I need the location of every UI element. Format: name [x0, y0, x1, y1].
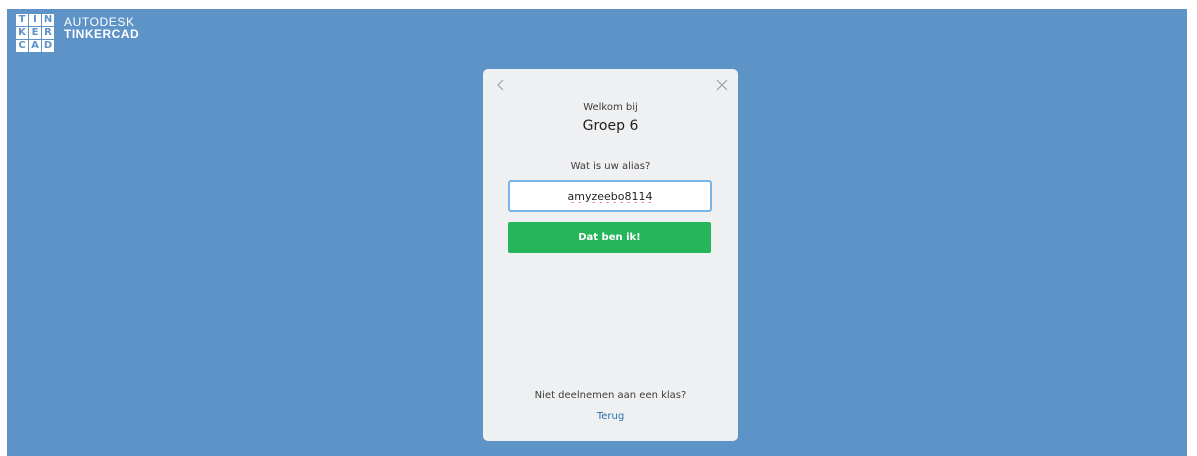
confirm-alias-button[interactable]: Dat ben ik! [508, 222, 711, 253]
logo-letter: N [42, 14, 54, 26]
logo-wordmark: AUTODESK TINKERCAD [64, 16, 139, 40]
alias-prompt: Wat is uw alias? [570, 161, 651, 172]
back-link[interactable]: Terug [483, 411, 738, 422]
join-class-dialog: Welkom bij Groep 6 Wat is uw alias? Dat … [483, 69, 738, 441]
logo-letter: E [29, 27, 41, 39]
page-background: T I N K E R C A D AUTODESK TINKERCAD Wel… [7, 9, 1187, 456]
chevron-left-icon[interactable] [493, 77, 509, 93]
logo-letter: I [29, 14, 41, 26]
close-icon[interactable] [714, 77, 730, 93]
logo-letter: D [42, 40, 54, 52]
not-joining-text: Niet deelnemen aan een klas? [534, 390, 687, 401]
logo-letter: T [16, 14, 28, 26]
logo-letter-grid: T I N K E R C A D [16, 14, 54, 52]
alias-input[interactable] [508, 180, 712, 212]
welcome-label: Welkom bij [583, 102, 638, 113]
logo-letter: R [42, 27, 54, 39]
class-name-title: Groep 6 [582, 118, 639, 134]
tinkercad-logo[interactable]: T I N K E R C A D AUTODESK TINKERCAD [16, 14, 139, 52]
logo-letter: C [16, 40, 28, 52]
logo-letter: K [16, 27, 28, 39]
logo-product-name: TINKERCAD [64, 27, 140, 41]
logo-letter: A [29, 40, 41, 52]
